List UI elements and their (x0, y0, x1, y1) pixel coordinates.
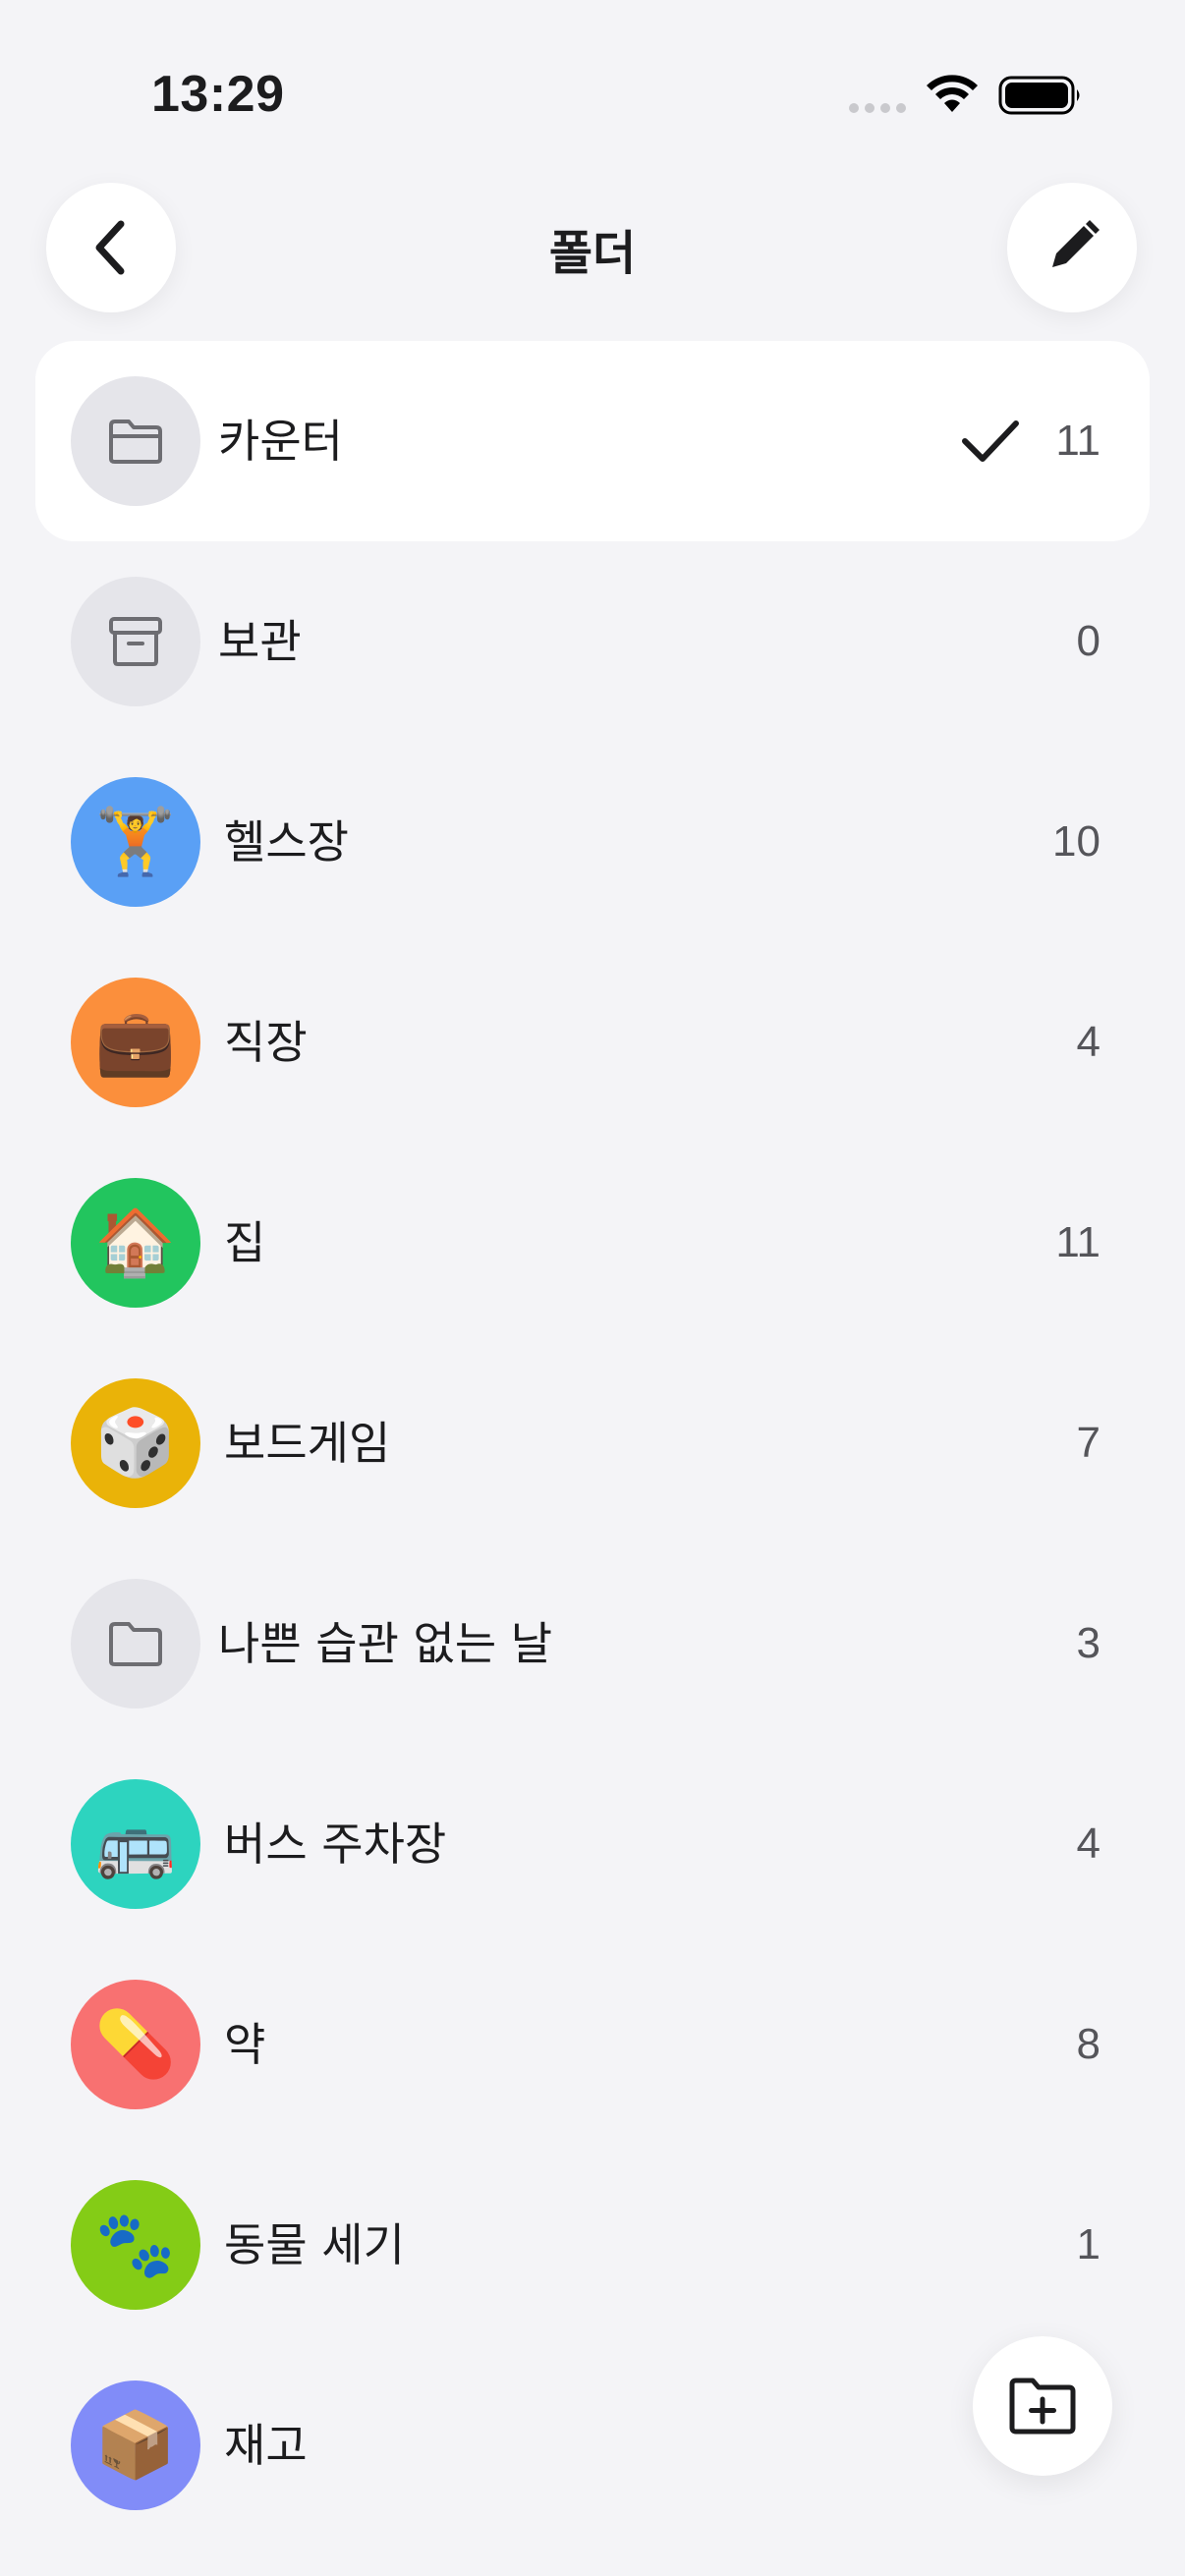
folder-icon-circle: 💊 (71, 1980, 200, 2109)
folder-row-counter[interactable]: 카운터 11 (35, 341, 1150, 541)
dice-emoji-icon: 🎲 (94, 1405, 177, 1481)
wifi-icon (927, 75, 978, 112)
bus-emoji-icon: 🚌 (94, 1806, 177, 1881)
battery-icon (998, 76, 1080, 115)
pill-emoji-icon: 💊 (94, 2006, 177, 2082)
folder-count: 11 (1055, 1218, 1100, 1266)
folder-row-medicine[interactable]: 💊 약 8 (0, 1944, 1185, 2145)
folder-name: 집 (224, 1216, 266, 1269)
folder-name: 재고 (224, 2419, 308, 2472)
folder-icon-circle (71, 577, 200, 706)
folder-icon-circle: 🐾 (71, 2180, 200, 2310)
package-emoji-icon: 📦 (94, 2407, 177, 2483)
folder-name: 헬스장 (224, 815, 349, 868)
folder-icon-circle: 🚌 (71, 1779, 200, 1909)
folder-icon-circle: 💼 (71, 978, 200, 1107)
folder-row-home[interactable]: 🏠 집 11 (0, 1143, 1185, 1343)
paw-prints-emoji-icon: 🐾 (94, 2207, 177, 2282)
weightlifter-emoji-icon: 🏋️ (94, 804, 177, 879)
folder-name: 나쁜 습관 없는 날 (218, 1617, 553, 1670)
cellular-signal-icon (849, 103, 906, 113)
folder-name: 동물 세기 (224, 2218, 405, 2271)
folder-plus-icon (1009, 2378, 1076, 2435)
checkmark-icon (962, 420, 1019, 462)
folder-row-archive[interactable]: 보관 0 (0, 541, 1185, 742)
folder-count: 0 (1076, 617, 1100, 665)
status-time: 13:29 (151, 66, 285, 123)
folder-row-animal-count[interactable]: 🐾 동물 세기 1 (0, 2145, 1185, 2345)
briefcase-emoji-icon: 💼 (94, 1004, 177, 1080)
folder-count: 7 (1076, 1419, 1100, 1467)
folder-name: 카운터 (218, 415, 343, 468)
folder-count: 4 (1076, 1018, 1100, 1066)
folder-name: 약 (224, 2018, 266, 2071)
folder-count: 1 (1076, 2220, 1100, 2268)
folder-row-work[interactable]: 💼 직장 4 (0, 942, 1185, 1143)
folder-name: 버스 주차장 (224, 1818, 447, 1871)
house-emoji-icon: 🏠 (94, 1204, 177, 1280)
folder-icon-circle: 🎲 (71, 1378, 200, 1508)
folder-row-gym[interactable]: 🏋️ 헬스장 10 (0, 742, 1185, 942)
folder-name: 보드게임 (224, 1417, 391, 1470)
folder-list: 카운터 11 보관 0 🏋️ 헬스장 10 💼 직장 4 🏠 집 11 🎲 보드… (0, 341, 1185, 2546)
folder-name: 보관 (218, 615, 302, 668)
folder-row-boardgame[interactable]: 🎲 보드게임 7 (0, 1343, 1185, 1543)
folder-icon-circle: 📦 (71, 2380, 200, 2510)
folder-count: 8 (1076, 2020, 1100, 2068)
status-bar: 13:29 (0, 0, 1185, 187)
folder-row-no-bad-habits[interactable]: 나쁜 습관 없는 날 3 (0, 1543, 1185, 1744)
folder-icon-circle: 🏋️ (71, 777, 200, 907)
folder-count: 4 (1076, 1820, 1100, 1868)
folder-count: 3 (1076, 1619, 1100, 1667)
folder-row-bus-parking[interactable]: 🚌 버스 주차장 4 (0, 1744, 1185, 1944)
archive-box-icon (109, 617, 162, 666)
folder-icon-circle (71, 1579, 200, 1708)
add-folder-button[interactable] (973, 2336, 1112, 2476)
folder-screen: 13:29 폴더 카운터 11 보관 0 🏋️ 헬스장 10 💼 직장 4 🏠 … (0, 0, 1185, 2576)
folder-icon (109, 420, 162, 464)
folder-icon-circle: 🏠 (71, 1178, 200, 1308)
folder-count: 11 (1055, 417, 1100, 465)
folder-name: 직장 (224, 1016, 308, 1069)
folder-icon-circle (71, 376, 200, 506)
pencil-icon (1052, 220, 1100, 267)
folder-count: 10 (1052, 817, 1100, 866)
edit-button[interactable] (1007, 183, 1137, 312)
folder-icon (109, 1622, 162, 1666)
